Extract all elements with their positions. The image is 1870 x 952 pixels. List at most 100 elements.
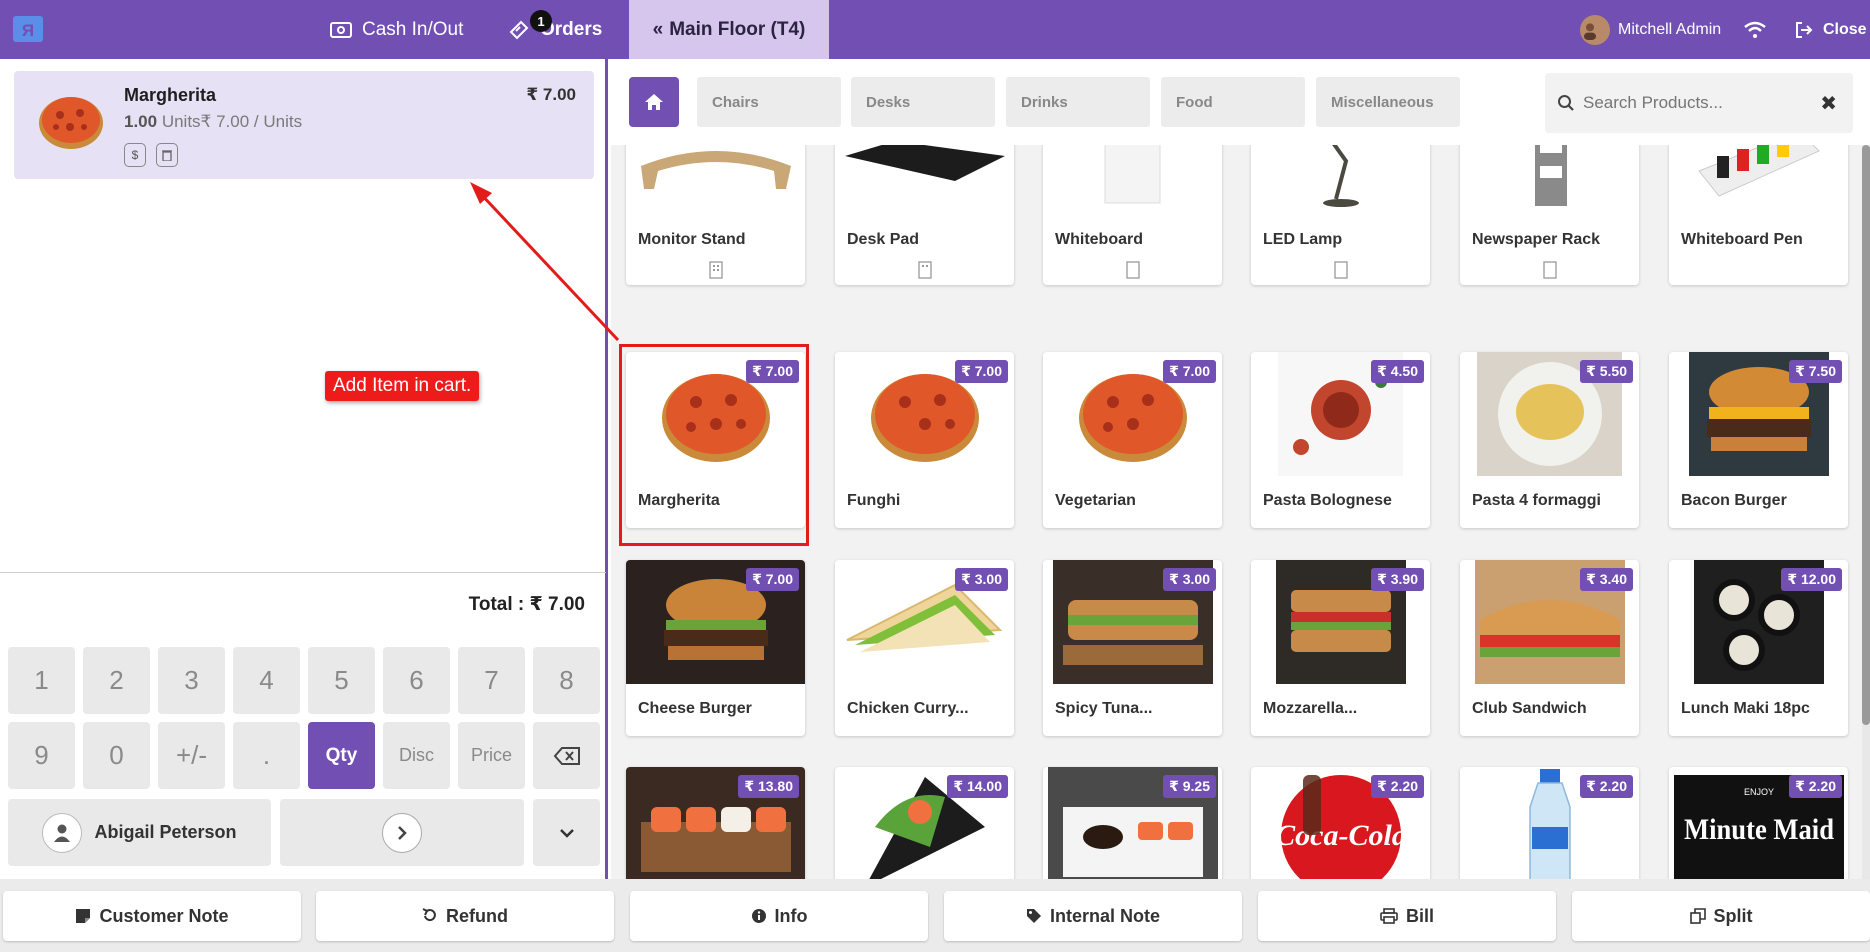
delete-line-button[interactable] xyxy=(156,143,178,167)
orders-count-badge: 1 xyxy=(530,10,552,32)
refund-label: Refund xyxy=(446,905,508,926)
numpad-key-2[interactable]: 2 xyxy=(83,647,150,714)
product-card-temaki[interactable]: ₹ 14.00 xyxy=(835,767,1014,879)
copy-icon xyxy=(1689,908,1706,924)
order-divider xyxy=(0,572,606,573)
numpad-key-3[interactable]: 3 xyxy=(158,647,225,714)
building-icon xyxy=(1543,261,1557,279)
numpad-backspace-button[interactable] xyxy=(533,722,600,789)
user-menu[interactable]: Mitchell Admin xyxy=(1580,0,1721,59)
numpad-mode-qty[interactable]: Qty xyxy=(308,722,375,789)
numpad-key-1[interactable]: 1 xyxy=(8,647,75,714)
numpad-key-7[interactable]: 7 xyxy=(458,647,525,714)
whiteboard-pen-image xyxy=(1698,145,1820,197)
order-line-qty: 1.00 xyxy=(124,112,158,131)
product-name: Newspaper Rack xyxy=(1472,231,1601,248)
bill-button[interactable]: Bill xyxy=(1258,891,1556,941)
undo-icon xyxy=(422,908,436,922)
product-card-sushi-platter[interactable]: ₹ 13.80 xyxy=(626,767,805,879)
product-card-water[interactable]: ₹ 2.20 xyxy=(1460,767,1639,879)
split-button[interactable]: Split xyxy=(1572,891,1870,941)
category-drinks[interactable]: Drinks xyxy=(1006,77,1150,127)
product-card-club-sandwich[interactable]: ₹ 3.40 Club Sandwich xyxy=(1460,560,1639,736)
category-desks[interactable]: Desks xyxy=(851,77,995,127)
numpad-key-6[interactable]: 6 xyxy=(383,647,450,714)
orders-button[interactable]: 1 Orders xyxy=(508,0,602,59)
led-lamp-image xyxy=(1323,145,1359,207)
backspace-icon xyxy=(553,746,580,765)
clear-search-icon[interactable]: ✖ xyxy=(1820,91,1837,116)
product-card-pasta-bolognese[interactable]: ₹ 4.50 Pasta Bolognese xyxy=(1251,352,1430,528)
product-card-spicy-tuna[interactable]: ₹ 3.00 Spicy Tuna... xyxy=(1043,560,1222,736)
building-icon xyxy=(1126,261,1140,279)
product-card-bacon-burger[interactable]: ₹ 7.50 Bacon Burger xyxy=(1669,352,1848,528)
building-icon xyxy=(1334,261,1348,279)
category-miscellaneous[interactable]: Miscellaneous xyxy=(1316,77,1460,127)
numpad-key-9[interactable]: 9 xyxy=(8,722,75,789)
product-card-mozzarella[interactable]: ₹ 3.90 Mozzarella... xyxy=(1251,560,1430,736)
product-card-newspaper-rack[interactable]: Newspaper Rack xyxy=(1460,145,1639,285)
internal-note-label: Internal Note xyxy=(1049,905,1160,926)
numpad-key-0[interactable]: 0 xyxy=(83,722,150,789)
product-card-whiteboard-pen[interactable]: Whiteboard Pen xyxy=(1669,145,1848,285)
category-food[interactable]: Food xyxy=(1161,77,1305,127)
chevron-right-icon xyxy=(382,812,422,853)
product-card-salmon-sushi[interactable]: ₹ 9.25 xyxy=(1043,767,1222,879)
product-card-vegetarian[interactable]: ₹ 7.00 Vegetarian xyxy=(1043,352,1222,528)
split-label: Split xyxy=(1713,905,1753,926)
close-button[interactable]: Close xyxy=(1795,0,1867,59)
refund-button[interactable]: Refund xyxy=(316,891,614,941)
print-icon xyxy=(1380,908,1398,924)
avatar xyxy=(1580,14,1610,45)
product-card-coca-cola[interactable]: Coca-Cola ₹ 2.20 xyxy=(1251,767,1430,879)
search-input[interactable] xyxy=(1583,93,1803,113)
info-button[interactable]: Info xyxy=(630,891,928,941)
home-category-button[interactable] xyxy=(629,77,679,127)
price-tag-button[interactable]: $ xyxy=(124,143,146,167)
close-label: Close xyxy=(1823,20,1867,38)
annotation-label: Add Item in cart. xyxy=(325,371,480,401)
product-card-minute-maid[interactable]: ENJOY Minute Maid ₹ 2.20 xyxy=(1669,767,1848,879)
internal-note-button[interactable]: Internal Note xyxy=(944,891,1242,941)
category-chairs[interactable]: Chairs xyxy=(697,77,841,127)
search-box: ✖ xyxy=(1545,73,1853,133)
product-grid: Monitor Stand Desk Pad Whiteboard LED La… xyxy=(611,145,1870,879)
product-card-funghi[interactable]: ₹ 7.00 Funghi xyxy=(835,352,1014,528)
product-card-lunch-maki[interactable]: ₹ 12.00 Lunch Maki 18pc xyxy=(1669,560,1848,736)
whiteboard-image xyxy=(1104,145,1161,204)
numpad-key-plus-minus[interactable]: +/- xyxy=(158,722,225,789)
numpad-mode-disc[interactable]: Disc xyxy=(383,722,450,789)
product-name: Pasta 4 formaggi xyxy=(1472,492,1601,509)
numpad-key-5[interactable]: 5 xyxy=(308,647,375,714)
payment-button[interactable] xyxy=(280,799,524,866)
product-name: Monitor Stand xyxy=(638,231,746,248)
wifi-icon[interactable] xyxy=(1743,0,1777,59)
order-line-selected[interactable]: Margherita ₹ 7.00 1.00 Units₹ 7.00 / Uni… xyxy=(14,71,594,179)
customer-button[interactable]: Abigail Peterson xyxy=(8,799,271,866)
cash-in-out-button[interactable]: Cash In/Out xyxy=(330,0,463,59)
product-card-whiteboard[interactable]: Whiteboard xyxy=(1043,145,1222,285)
floor-tab[interactable]: « Main Floor (T4) xyxy=(629,0,829,59)
product-card-monitor-stand[interactable]: Monitor Stand xyxy=(626,145,805,285)
more-actions-button[interactable] xyxy=(533,799,600,866)
numpad-key-decimal[interactable]: . xyxy=(233,722,300,789)
info-icon xyxy=(751,909,766,923)
product-name: Pasta Bolognese xyxy=(1263,492,1392,509)
dollar-icon: $ xyxy=(131,148,139,162)
numpad-key-4[interactable]: 4 xyxy=(233,647,300,714)
product-scrollbar-thumb[interactable] xyxy=(1862,145,1870,725)
order-line-name: Margherita xyxy=(124,85,217,105)
product-card-pasta-4-formaggi[interactable]: ₹ 5.50 Pasta 4 formaggi xyxy=(1460,352,1639,528)
numpad-mode-price[interactable]: Price xyxy=(458,722,525,789)
building-icon xyxy=(918,261,932,279)
customer-note-button[interactable]: Customer Note xyxy=(3,891,301,941)
product-card-desk-pad[interactable]: Desk Pad xyxy=(835,145,1014,285)
numpad-key-8[interactable]: 8 xyxy=(533,647,600,714)
product-card-led-lamp[interactable]: LED Lamp xyxy=(1251,145,1430,285)
product-card-chicken-curry[interactable]: ₹ 3.00 Chicken Curry... xyxy=(835,560,1014,736)
order-line-price: ₹ 7.00 xyxy=(526,85,576,104)
product-card-cheese-burger[interactable]: ₹ 7.00 Cheese Burger xyxy=(626,560,805,736)
odoo-logo-icon[interactable]: Я xyxy=(12,14,44,44)
price-tag: ₹ 5.50 xyxy=(1580,360,1633,383)
product-name: Whiteboard Pen xyxy=(1681,231,1803,248)
